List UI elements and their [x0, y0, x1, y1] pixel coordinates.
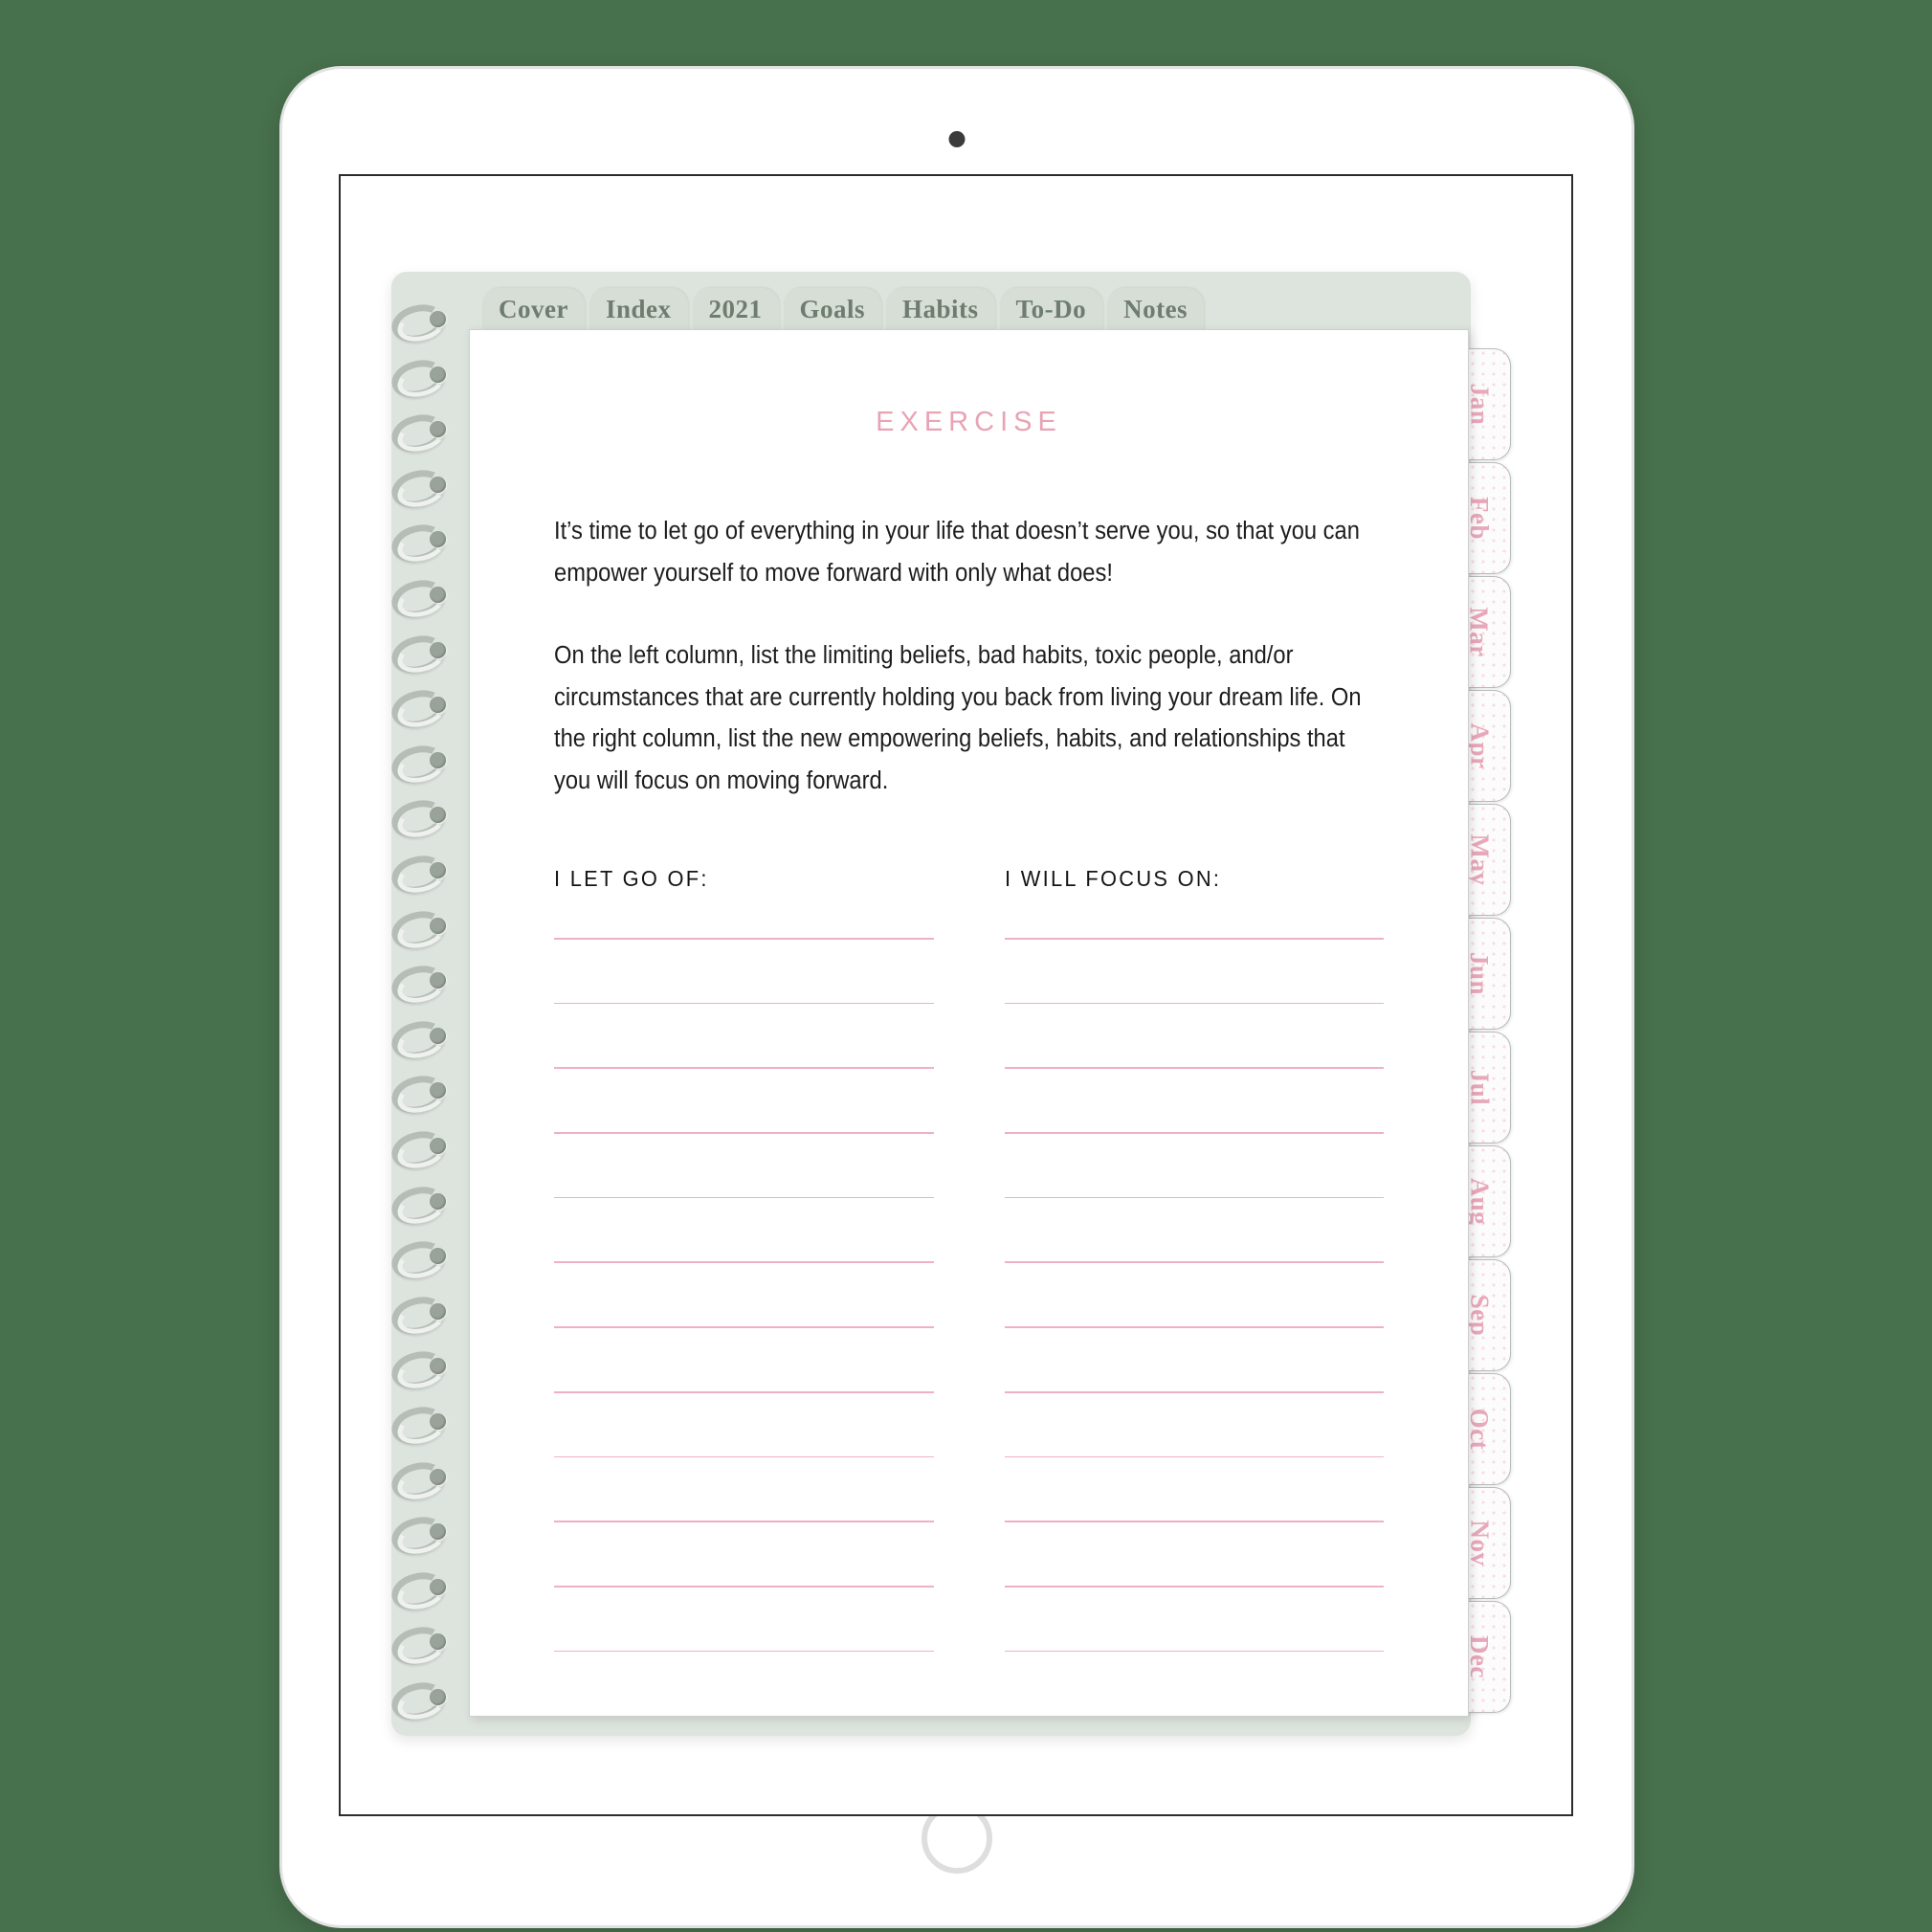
write-line[interactable]	[1004, 1261, 1384, 1264]
write-line[interactable]	[1004, 1455, 1384, 1458]
spiral-ring	[388, 520, 456, 568]
exercise-column-let-go-of: I LET GO OF:	[554, 866, 934, 1653]
write-line[interactable]	[554, 1521, 934, 1522]
body-paragraph: It’s time to let go of everything in you…	[554, 518, 1360, 587]
planner-page: EXERCISE It’s time to let go of everythi…	[469, 329, 1469, 1717]
spiral-ring	[388, 1235, 456, 1285]
exercise-columns: I LET GO OF: I WILL FOCUS ON:	[554, 866, 1384, 1653]
top-tab-notes[interactable]: Notes	[1107, 288, 1205, 333]
spiral-ring	[388, 960, 456, 1010]
punch-hole-icon	[430, 1689, 446, 1705]
write-line[interactable]	[1004, 1521, 1384, 1522]
punch-hole-icon	[430, 311, 446, 327]
write-line[interactable]	[1004, 1067, 1384, 1070]
write-line[interactable]	[1004, 1650, 1384, 1653]
punch-hole-icon	[430, 641, 446, 658]
tablet-screen: Cover Index 2021 Goals Habits To-Do Notes Jan F…	[339, 174, 1573, 1816]
body-paragraph: On the left column, list the limiting be…	[554, 641, 1362, 795]
spiral-ring	[388, 574, 456, 624]
punch-hole-icon	[430, 366, 446, 383]
spiral-ring	[388, 1125, 456, 1175]
write-line[interactable]	[1004, 1002, 1384, 1005]
write-line[interactable]	[1004, 938, 1384, 940]
spiral-ring	[388, 1566, 456, 1616]
write-line[interactable]	[554, 1196, 934, 1199]
punch-hole-icon	[430, 1578, 446, 1595]
punch-hole-icon	[430, 476, 446, 493]
exercise-column-will-focus-on: I WILL FOCUS ON:	[1004, 866, 1384, 1653]
spiral-ring	[388, 1401, 456, 1451]
punch-hole-icon	[430, 1192, 446, 1210]
punch-hole-icon	[430, 1027, 446, 1044]
punch-hole-icon	[430, 1413, 446, 1430]
write-line[interactable]	[1004, 1196, 1384, 1199]
write-line[interactable]	[554, 1390, 934, 1393]
write-line[interactable]	[1004, 1132, 1384, 1134]
punch-hole-icon	[430, 587, 446, 603]
spiral-ring	[388, 795, 456, 844]
write-line[interactable]	[554, 1455, 934, 1458]
top-tab-habits[interactable]: Habits	[886, 288, 995, 333]
punch-hole-icon	[430, 1302, 446, 1320]
spiral-ring	[388, 1291, 456, 1341]
spiral-ring	[388, 299, 456, 348]
punch-hole-icon	[430, 1468, 446, 1485]
top-tab-to-do[interactable]: To-Do	[999, 288, 1103, 333]
write-line[interactable]	[1004, 1585, 1384, 1588]
front-camera-icon	[948, 131, 966, 147]
top-tab-2021[interactable]: 2021	[692, 288, 779, 333]
write-line[interactable]	[554, 1650, 934, 1653]
punch-hole-icon	[430, 751, 446, 768]
spiral-ring	[388, 1511, 456, 1561]
spiral-ring	[388, 1677, 456, 1726]
write-line[interactable]	[554, 1585, 934, 1588]
page-body: It’s time to let go of everything in you…	[554, 511, 1384, 803]
write-line[interactable]	[1004, 1390, 1384, 1393]
write-line[interactable]	[554, 1261, 934, 1264]
spiral-ring	[388, 850, 456, 899]
spiral-ring	[388, 1181, 456, 1230]
spiral-ring	[388, 1346, 456, 1395]
spiral-ring	[388, 1622, 456, 1671]
column-header: I WILL FOCUS ON:	[1004, 866, 1221, 891]
top-tab-bar: Cover Index 2021 Goals Habits To-Do Notes	[482, 276, 1205, 333]
punch-hole-icon	[430, 862, 446, 878]
column-header: I LET GO OF:	[554, 866, 709, 891]
write-line[interactable]	[554, 1067, 934, 1070]
write-line[interactable]	[554, 1326, 934, 1328]
spiral-ring	[388, 464, 456, 514]
spiral-ring	[388, 684, 456, 734]
tablet-device: Cover Index 2021 Goals Habits To-Do Notes Jan F…	[282, 69, 1632, 1925]
top-tab-index[interactable]: Index	[588, 288, 688, 333]
spiral-ring	[388, 1015, 456, 1065]
spiral-binding	[388, 299, 477, 1726]
spiral-ring	[388, 740, 456, 789]
punch-hole-icon	[430, 1138, 446, 1154]
write-line[interactable]	[1004, 1326, 1384, 1328]
spiral-ring	[388, 905, 456, 954]
top-tab-goals[interactable]: Goals	[783, 288, 882, 333]
spiral-ring	[388, 1456, 456, 1505]
page-title: EXERCISE	[876, 407, 1062, 437]
spiral-ring	[388, 1071, 456, 1120]
write-line[interactable]	[554, 1132, 934, 1134]
top-tab-cover[interactable]: Cover	[482, 288, 585, 333]
spiral-ring	[388, 354, 456, 403]
write-line[interactable]	[554, 938, 934, 940]
spiral-ring	[388, 630, 456, 678]
punch-hole-icon	[430, 917, 446, 934]
spiral-ring	[388, 409, 456, 458]
write-line[interactable]	[554, 1002, 934, 1005]
